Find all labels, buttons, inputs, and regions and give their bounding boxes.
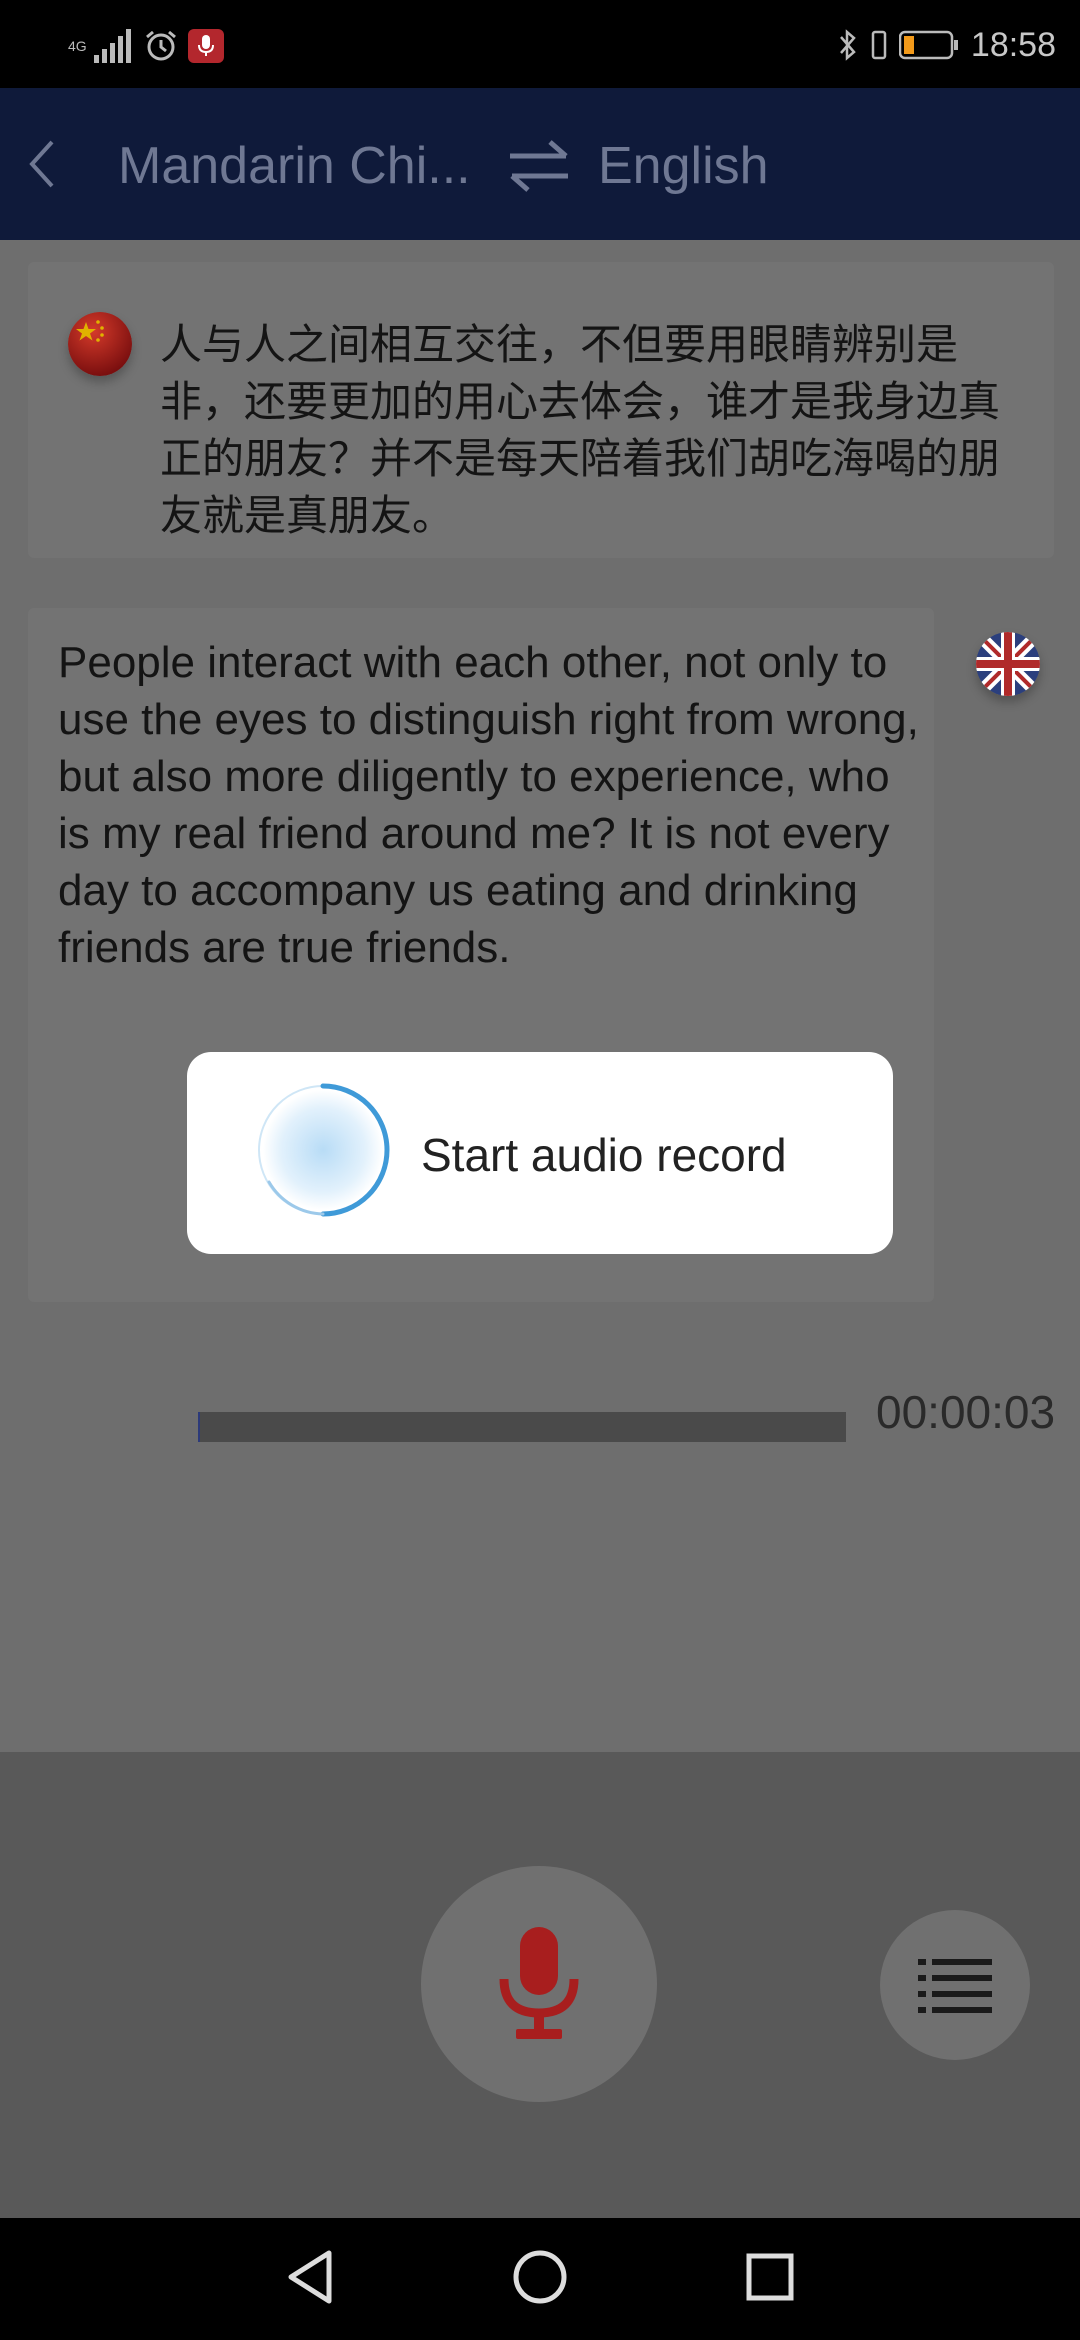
recording-timer: 00:00:03	[876, 1386, 1056, 1438]
source-text: 人与人之间相互交往，不但要用眼睛辨别是非，还要更加的用心去体会，谁才是我身边真正…	[160, 320, 1001, 540]
uk-flag-icon	[976, 632, 1040, 696]
list-icon	[918, 1959, 992, 2013]
status-right: 18:58	[837, 22, 1056, 68]
source-message-bubble[interactable]: 人与人之间相互交往，不但要用眼睛辨别是非，还要更加的用心去体会，谁才是我身边真正…	[28, 262, 1054, 558]
triangle-back-icon	[288, 2250, 332, 2304]
recording-dialog: Start audio record	[187, 1052, 893, 1254]
dialog-message: Start audio record	[421, 1129, 787, 1181]
controls-bar	[0, 1752, 1080, 2218]
nav-back-button[interactable]	[270, 2242, 350, 2312]
history-list-button[interactable]	[880, 1910, 1030, 2060]
microphone-icon	[499, 1927, 579, 2039]
vibrate-icon	[871, 30, 887, 60]
alarm-icon	[146, 30, 176, 61]
battery-icon	[898, 30, 958, 60]
clock: 18:58	[970, 25, 1056, 64]
record-button[interactable]	[421, 1866, 657, 2102]
bluetooth-icon	[839, 29, 856, 61]
app-header: Mandarin Chi... English	[0, 88, 1080, 240]
recording-progress-bar	[198, 1412, 846, 1442]
system-nav-bar	[0, 2218, 1080, 2340]
recording-mic-icon	[188, 29, 224, 63]
status-left: 4G	[68, 26, 224, 66]
signal-icon	[94, 29, 131, 63]
back-icon[interactable]	[22, 134, 62, 194]
circle-home-icon	[513, 2250, 567, 2304]
square-recents-icon	[746, 2253, 794, 2301]
translated-text: People interact with each other, not onl…	[58, 638, 919, 972]
china-flag-icon	[68, 312, 132, 376]
nav-recents-button[interactable]	[730, 2242, 810, 2312]
status-bar: 4G 18:58	[0, 0, 1080, 88]
swap-languages-icon[interactable]	[506, 138, 572, 194]
network-type: 4G	[68, 38, 87, 54]
source-language-selector[interactable]: Mandarin Chi...	[118, 136, 471, 196]
target-language-selector[interactable]: English	[598, 136, 769, 196]
conversation-area: 人与人之间相互交往，不但要用眼睛辨别是非，还要更加的用心去体会，谁才是我身边真正…	[0, 240, 1080, 1752]
recording-progress-cursor	[198, 1412, 200, 1442]
loading-spinner-icon	[258, 1083, 390, 1217]
nav-home-button[interactable]	[500, 2242, 580, 2312]
